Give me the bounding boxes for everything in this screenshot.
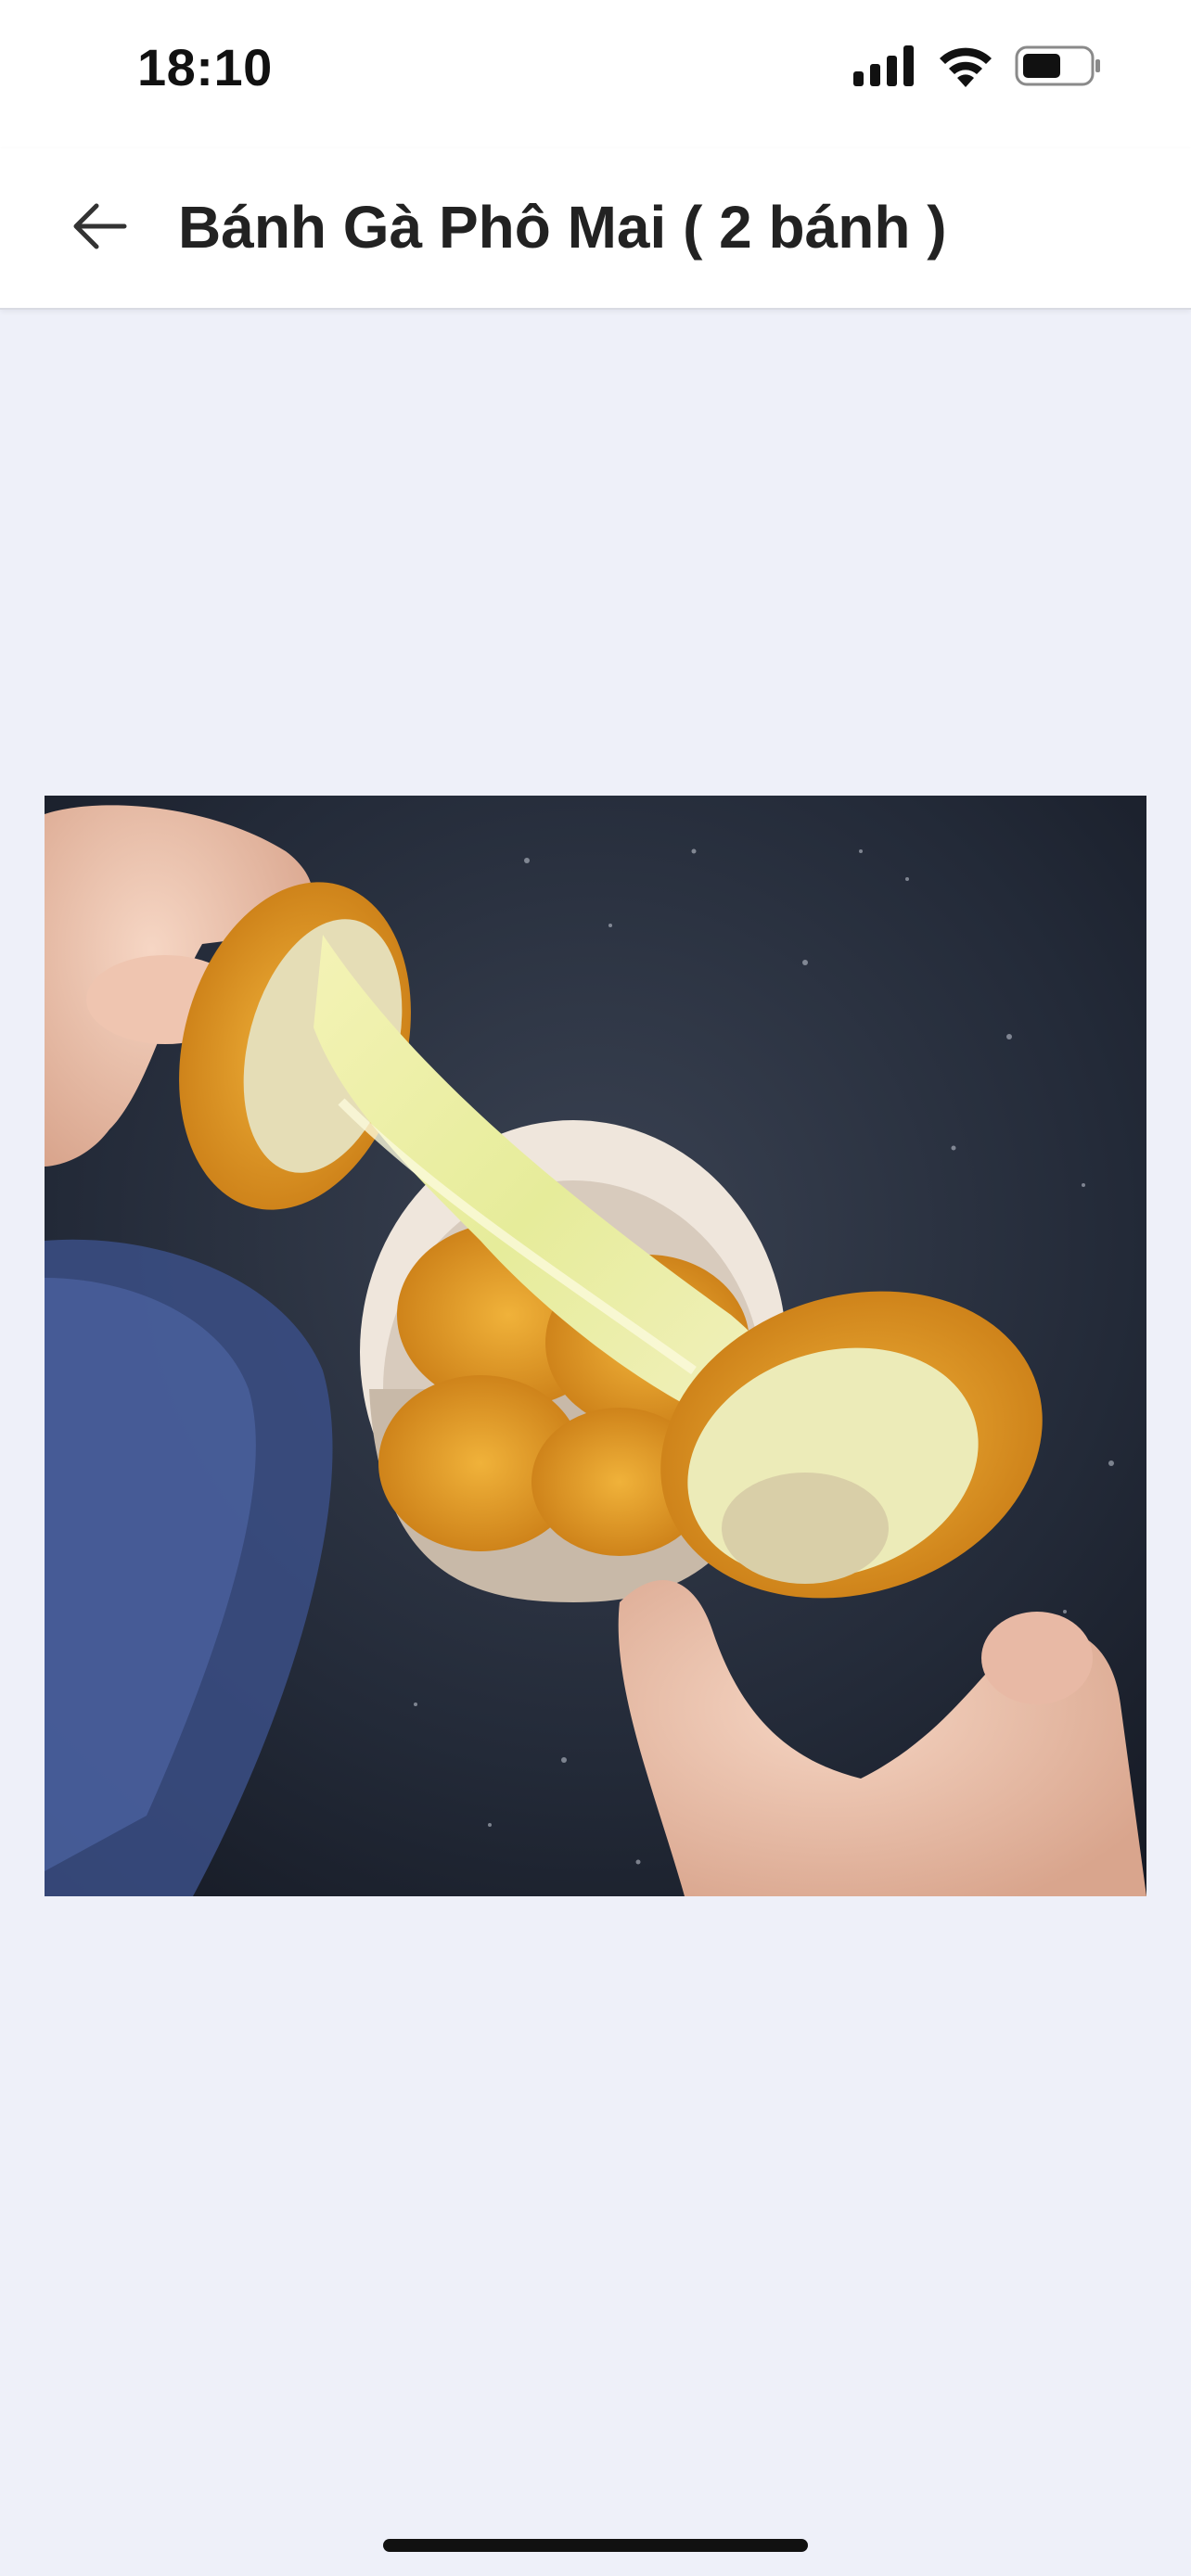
- product-image: [45, 796, 1146, 1896]
- status-time: 18:10: [137, 38, 273, 96]
- status-icons: [853, 45, 1102, 92]
- status-bar: 18:10: [0, 0, 1191, 148]
- home-indicator: [383, 2539, 808, 2552]
- page-title: Bánh Gà Phô Mai ( 2 bánh ): [178, 194, 947, 261]
- back-button[interactable]: [54, 182, 147, 274]
- battery-icon: [1015, 45, 1102, 91]
- cellular-signal-icon: [853, 45, 916, 91]
- wifi-icon: [937, 45, 994, 92]
- arrow-left-icon: [70, 200, 130, 257]
- header-bar: Bánh Gà Phô Mai ( 2 bánh ): [0, 148, 1191, 310]
